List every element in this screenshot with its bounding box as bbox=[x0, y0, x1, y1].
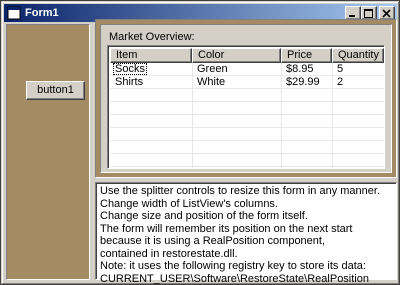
item-cell: Socks bbox=[110, 63, 192, 75]
notes-line: Note: it uses the following registry key… bbox=[100, 260, 366, 272]
grid-line bbox=[110, 153, 384, 154]
minimize-button[interactable] bbox=[345, 6, 361, 20]
color-cell: White bbox=[197, 76, 226, 88]
window-title: Form1 bbox=[25, 7, 59, 19]
item-value: Socks bbox=[113, 63, 147, 75]
notes-textbox[interactable]: Use the splitter controls to resize this… bbox=[95, 182, 397, 285]
table-row[interactable]: Shirts White $29.99 2 bbox=[110, 76, 384, 88]
notes-line: Change width of ListView's columns. bbox=[100, 197, 278, 210]
notes-line: The form will remember its position on t… bbox=[100, 222, 353, 235]
left-panel: button1 bbox=[6, 24, 90, 280]
column-header-price[interactable]: Price bbox=[281, 48, 332, 63]
close-icon bbox=[382, 9, 391, 18]
quantity-cell: 5 bbox=[337, 63, 344, 75]
maximize-button[interactable] bbox=[361, 6, 377, 20]
column-header-quantity[interactable]: Quantity bbox=[332, 48, 384, 63]
maximize-icon bbox=[364, 9, 373, 18]
grid-line bbox=[110, 127, 384, 128]
quantity-cell: 2 bbox=[337, 76, 344, 88]
market-overview-group: Market Overview: Item Color Price Quanti… bbox=[100, 24, 392, 173]
table-row[interactable]: Socks Green $8.95 5 bbox=[110, 63, 384, 75]
minimize-icon bbox=[349, 15, 355, 17]
top-panel: Market Overview: Item Color Price Quanti… bbox=[95, 19, 397, 178]
grid-line bbox=[110, 166, 384, 167]
grid-line bbox=[110, 101, 384, 102]
notes-line: CURRENT_USER\Software\RestoreState\RealP… bbox=[100, 272, 369, 285]
market-listview[interactable]: Item Color Price Quantity Socks Green $8… bbox=[107, 45, 385, 169]
listview-header: Item Color Price Quantity bbox=[110, 48, 384, 63]
price-cell: $29.99 bbox=[286, 76, 320, 88]
notes-line: contained in restorestate.dll. bbox=[100, 247, 238, 260]
notes-line: Use the splitter controls to resize this… bbox=[100, 185, 381, 197]
item-cell: Shirts bbox=[115, 76, 144, 88]
column-header-item[interactable]: Item bbox=[110, 48, 192, 63]
grid-line bbox=[110, 114, 384, 115]
color-cell: Green bbox=[197, 63, 228, 75]
button1[interactable]: button1 bbox=[26, 81, 85, 100]
grid-line bbox=[110, 88, 384, 89]
price-cell: $8.95 bbox=[286, 63, 314, 75]
close-button[interactable] bbox=[379, 6, 395, 20]
column-header-color[interactable]: Color bbox=[192, 48, 281, 63]
grid-line bbox=[110, 140, 384, 141]
notes-line: because it is using a RealPosition compo… bbox=[100, 235, 326, 247]
notes-line: Change size and position of the form its… bbox=[100, 210, 308, 222]
form-window: Form1 button1 Market Overview: Item Colo… bbox=[0, 0, 400, 285]
market-overview-label: Market Overview: bbox=[109, 31, 195, 43]
app-icon bbox=[7, 6, 21, 20]
